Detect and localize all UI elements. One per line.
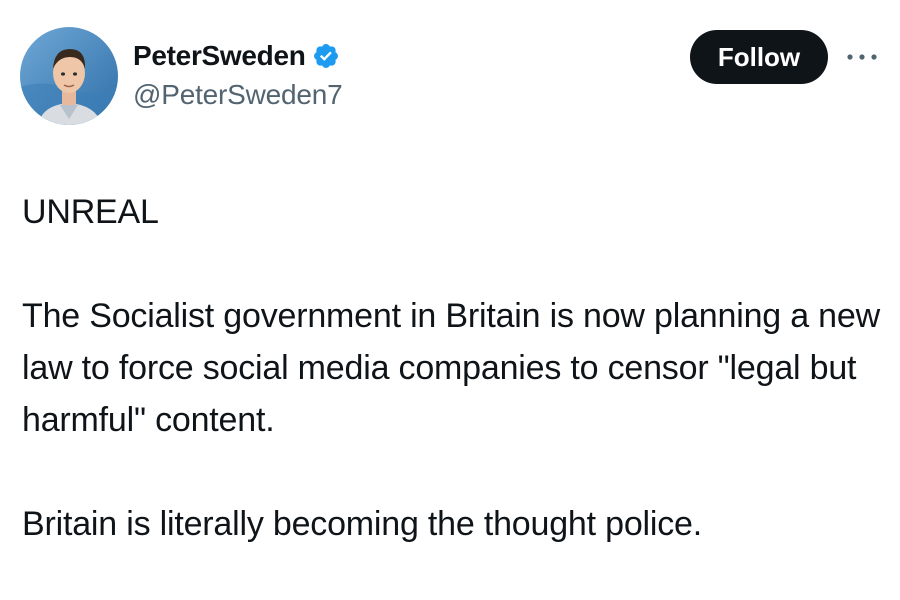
handle[interactable]: @PeterSweden7 bbox=[133, 79, 343, 111]
follow-button[interactable]: Follow bbox=[690, 30, 828, 84]
verified-badge-icon bbox=[312, 42, 340, 70]
tweet-text: UNREAL The Socialist government in Brita… bbox=[22, 186, 892, 550]
tweet-paragraph: UNREAL bbox=[22, 193, 159, 231]
avatar[interactable] bbox=[20, 27, 118, 125]
tweet-card: PeterSweden @PeterSweden7 Follow UNREAL … bbox=[0, 0, 900, 600]
more-options-icon[interactable] bbox=[842, 45, 882, 69]
tweet-paragraph: The Socialist government in Britain is n… bbox=[22, 297, 880, 439]
author-name-row[interactable]: PeterSweden bbox=[133, 36, 340, 76]
tweet-paragraph: Britain is literally becoming the though… bbox=[22, 505, 703, 543]
profile-photo bbox=[20, 27, 118, 125]
display-name[interactable]: PeterSweden bbox=[133, 40, 306, 72]
